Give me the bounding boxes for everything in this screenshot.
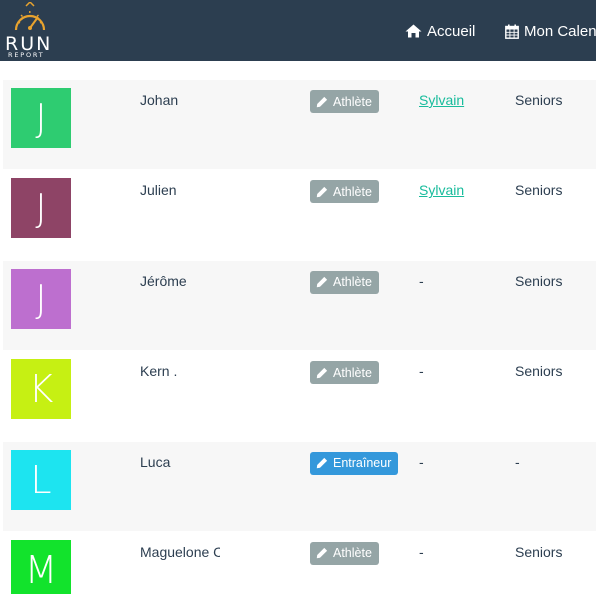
pencil-icon: [316, 277, 328, 288]
role-badge[interactable]: Athlète: [310, 361, 379, 385]
member-name: Julien: [140, 182, 177, 199]
role-label: Athlète: [333, 94, 372, 109]
run-report-logo[interactable]: RUN REPORT: [3, 2, 55, 60]
calendar-icon: [505, 24, 519, 39]
group-cell: Seniors: [515, 543, 563, 560]
role-badge[interactable]: Athlète: [310, 541, 379, 565]
table-row: K Kern . Athlète - Seniors: [3, 350, 596, 441]
avatar[interactable]: J: [11, 88, 71, 148]
coach-cell: Sylvain: [419, 92, 464, 108]
member-name: Luca: [140, 453, 171, 470]
coach-link[interactable]: Sylvain: [419, 182, 464, 198]
pencil-icon: [316, 548, 328, 559]
avatar[interactable]: K: [11, 359, 71, 420]
member-name: Maguelone C: [140, 543, 220, 560]
role-badge[interactable]: Athlète: [310, 90, 379, 113]
pencil-icon: [316, 367, 328, 378]
avatar[interactable]: J: [11, 178, 71, 239]
nav-home-link[interactable]: Accueil: [405, 21, 475, 41]
coach-empty: -: [419, 272, 424, 289]
gauge-icon: [14, 2, 46, 31]
table-row: J Julien Athlète Sylvain Seniors: [3, 169, 596, 260]
coach-empty: -: [419, 543, 424, 560]
avatar[interactable]: L: [11, 449, 71, 510]
pencil-icon: [316, 186, 328, 198]
coach-cell: -: [419, 363, 424, 379]
coach-cell: -: [419, 454, 424, 470]
table-row: J Jérôme Athlète - Seniors: [3, 259, 596, 351]
nav-home-label: Accueil: [427, 22, 476, 40]
top-navbar: RUN REPORT Accueil Mon Calendrier: [0, 0, 596, 61]
logo-subtitle: REPORT: [8, 51, 45, 59]
coach-empty: -: [419, 453, 424, 470]
nav-calendar-link[interactable]: Mon Calendrier: [505, 21, 596, 41]
role-badge[interactable]: Entraîneur: [310, 451, 399, 475]
member-name: Jérôme: [140, 272, 187, 289]
pencil-icon: [316, 96, 328, 107]
role-label: Athlète: [333, 275, 372, 290]
member-name: Johan: [140, 92, 179, 108]
role-label: Athlète: [333, 546, 372, 561]
coach-cell: Sylvain: [419, 182, 464, 198]
home-icon: [405, 24, 422, 38]
table-row: J Johan Athlète Sylvain Seniors: [3, 79, 596, 170]
nav-calendar-label: Mon Calendrier: [524, 22, 596, 40]
coach-cell: -: [419, 273, 424, 289]
group-cell: Seniors: [515, 182, 563, 199]
avatar[interactable]: M: [11, 539, 71, 594]
group-cell: -: [515, 453, 520, 470]
group-cell: Seniors: [515, 272, 563, 289]
role-badge[interactable]: Athlète: [310, 180, 379, 204]
members-table: J Johan Athlète Sylvain Seniors J Julien Athlèt…: [3, 79, 596, 594]
coach-link[interactable]: Sylvain: [419, 92, 464, 108]
role-badge[interactable]: Athlète: [310, 270, 379, 294]
group-cell: Seniors: [515, 92, 563, 108]
coach-empty: -: [419, 363, 424, 380]
role-label: Athlète: [333, 184, 372, 199]
table-row: M Maguelone C Athlète - Seniors: [3, 530, 596, 594]
table-row: L Luca Entraîneur - -: [3, 440, 596, 531]
role-label: Entraîneur: [333, 456, 392, 471]
group-cell: Seniors: [515, 363, 563, 380]
avatar[interactable]: J: [11, 268, 71, 329]
member-name: Kern .: [140, 363, 178, 380]
role-label: Athlète: [333, 365, 372, 380]
coach-cell: -: [419, 544, 424, 560]
pencil-icon: [316, 457, 328, 469]
